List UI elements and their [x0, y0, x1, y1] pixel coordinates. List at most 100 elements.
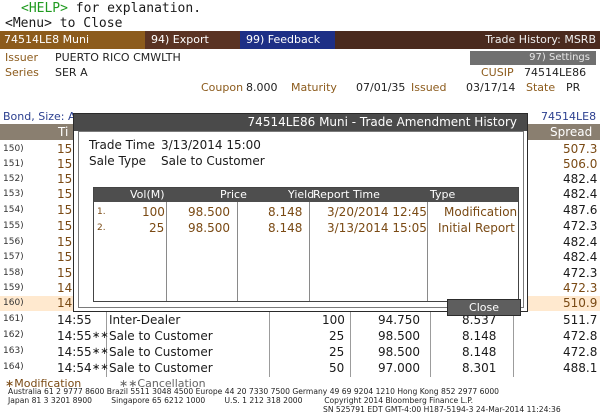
close-button[interactable]: Close — [447, 299, 521, 316]
trade-amendment-history-dialog: 74514LE86 Muni - Trade Amendment History… — [73, 113, 528, 316]
row-trade-type: Sale to Customer — [109, 361, 213, 375]
row-number: 152) — [3, 174, 24, 184]
row-spread: 511.7 — [563, 313, 598, 327]
row-trade-type: Sale to Customer — [109, 345, 213, 359]
row-number: 157) — [3, 252, 24, 262]
row-number: 2. — [97, 223, 106, 233]
row-time: 14:55 — [57, 313, 92, 327]
coupon-label: Coupon — [201, 81, 244, 94]
row-spread: 472.3 — [563, 266, 598, 280]
row-trade-type: Inter-Dealer — [109, 313, 181, 327]
yield-column-header[interactable]: Yield — [288, 188, 314, 202]
row-number: 151) — [3, 159, 24, 169]
row-number: 154) — [3, 205, 24, 215]
spread-column-header[interactable]: Spread — [550, 125, 592, 139]
settings-button[interactable]: 97) Settings — [470, 51, 596, 65]
type-column-header[interactable]: Type — [430, 188, 455, 202]
row-spread: 506.0 — [563, 157, 598, 171]
row-time: 14:54 — [57, 361, 92, 375]
series-label: Series — [5, 66, 39, 79]
export-button[interactable]: 94) Export — [145, 31, 240, 49]
row-flag: ∗∗ — [92, 362, 109, 373]
report-time-column-header[interactable]: Report Time — [313, 188, 380, 202]
row-spread: 472.8 — [563, 345, 598, 359]
feedback-button[interactable]: 99) Feedback — [240, 31, 335, 49]
ticker-tab[interactable]: 74514LE8 Muni — [0, 31, 145, 49]
table-row[interactable]: 162) 14:55 ∗∗ Sale to Customer 25 98.500… — [0, 328, 600, 344]
row-size: 50 — [329, 361, 345, 375]
cusip-label: CUSIP — [481, 66, 514, 79]
amendment-row[interactable]: 1. 100 98.500 8.148 3/20/2014 12:45 Modi… — [94, 205, 518, 220]
row-trade-type: Sale to Customer — [109, 329, 213, 343]
row-type: Initial Report — [438, 221, 515, 235]
row-spread: 482.4 — [563, 187, 598, 201]
toolbar: 74514LE8 Muni 94) Export 99) Feedback Tr… — [0, 31, 600, 49]
row-spread: 482.4 — [563, 235, 598, 249]
row-number: 162) — [3, 330, 24, 340]
menu-close-hint[interactable]: <Menu> to Close — [5, 16, 122, 31]
sale-type-label: Sale Type — [89, 154, 147, 168]
row-size: 25 — [329, 345, 345, 359]
row-time: 14:55 — [57, 329, 92, 343]
bond-size-label: Bond, Size: A — [3, 110, 76, 123]
row-time: 14:55 — [57, 345, 92, 359]
row-size: 25 — [329, 329, 345, 343]
row-number: 159) — [3, 283, 24, 293]
vol-column-header[interactable]: Vol(M) — [130, 188, 165, 202]
row-report-time: 3/13/2014 15:05 — [327, 221, 427, 235]
amendment-row[interactable]: 2. 25 98.500 8.148 3/13/2014 15:05 Initi… — [94, 221, 518, 236]
row-spread: 472.3 — [563, 281, 598, 295]
row-number: 150) — [3, 144, 24, 154]
trade-time-label: Trade Time — [89, 138, 156, 152]
row-number: 158) — [3, 268, 24, 278]
row-number: 1. — [97, 207, 106, 217]
cusip-value: 74514LE86 — [524, 66, 587, 79]
row-vol: 25 — [149, 221, 165, 235]
coupon-value: 8.000 — [246, 81, 278, 94]
price-column-header[interactable]: Price — [220, 188, 247, 202]
help-text: for explanation. — [75, 1, 202, 16]
series-value: SER A — [55, 66, 88, 79]
row-spread: 510.9 — [563, 296, 598, 310]
footer-contacts: Australia 61 2 9777 8600 Brazil 5511 304… — [8, 387, 499, 396]
row-spread: 472.8 — [563, 329, 598, 343]
bloomberg-screen: <HELP> for explanation. <Menu> to Close … — [0, 0, 600, 417]
row-yield: 8.148 — [268, 205, 303, 219]
help-line: <HELP> for explanation. — [21, 1, 201, 16]
row-yield: 8.148 — [268, 221, 303, 235]
row-price: 94.750 — [378, 313, 420, 327]
table-cusip: 74514LE8 — [541, 110, 597, 123]
row-number: 164) — [3, 362, 24, 372]
maturity-label: Maturity — [291, 81, 337, 94]
footer-copyright: Japan 81 3 3201 8900 Singapore 65 6212 1… — [8, 396, 474, 405]
row-number: 155) — [3, 221, 24, 231]
row-spread: 487.6 — [563, 203, 598, 217]
row-spread: 472.3 — [563, 219, 598, 233]
help-key[interactable]: <HELP> — [21, 1, 68, 16]
issuer-label: Issuer — [5, 51, 38, 64]
row-flag: ∗∗ — [92, 346, 109, 357]
row-spread: 482.4 — [563, 172, 598, 186]
table-row[interactable]: 164) 14:54 ∗∗ Sale to Customer 50 97.000… — [0, 360, 600, 376]
row-price: 98.500 — [378, 345, 420, 359]
row-price: 98.500 — [188, 205, 230, 219]
time-column-header[interactable]: Ti — [58, 125, 68, 139]
sale-type-value: Sale to Customer — [161, 154, 265, 168]
page-title: Trade History: MSRB — [485, 33, 596, 46]
maturity-value: 07/01/35 — [356, 81, 406, 94]
footer: Australia 61 2 9777 8600 Brazil 5511 304… — [8, 387, 598, 414]
row-yield: 8.301 — [462, 361, 497, 375]
row-yield: 8.148 — [462, 345, 497, 359]
row-report-time: 3/20/2014 12:45 — [327, 205, 427, 219]
state-value: PR — [566, 81, 581, 94]
row-flag: ∗∗ — [92, 330, 109, 341]
row-number: 153) — [3, 189, 24, 199]
table-row[interactable]: 163) 14:55 ∗∗ Sale to Customer 25 98.500… — [0, 344, 600, 360]
row-spread: 488.1 — [563, 361, 598, 375]
dialog-title[interactable]: 74514LE86 Muni - Trade Amendment History — [74, 114, 527, 131]
row-price: 98.500 — [188, 221, 230, 235]
issuer-value: PUERTO RICO CMWLTH — [55, 51, 181, 64]
issued-label: Issued — [411, 81, 447, 94]
row-yield: 8.148 — [462, 329, 497, 343]
row-number: 156) — [3, 237, 24, 247]
